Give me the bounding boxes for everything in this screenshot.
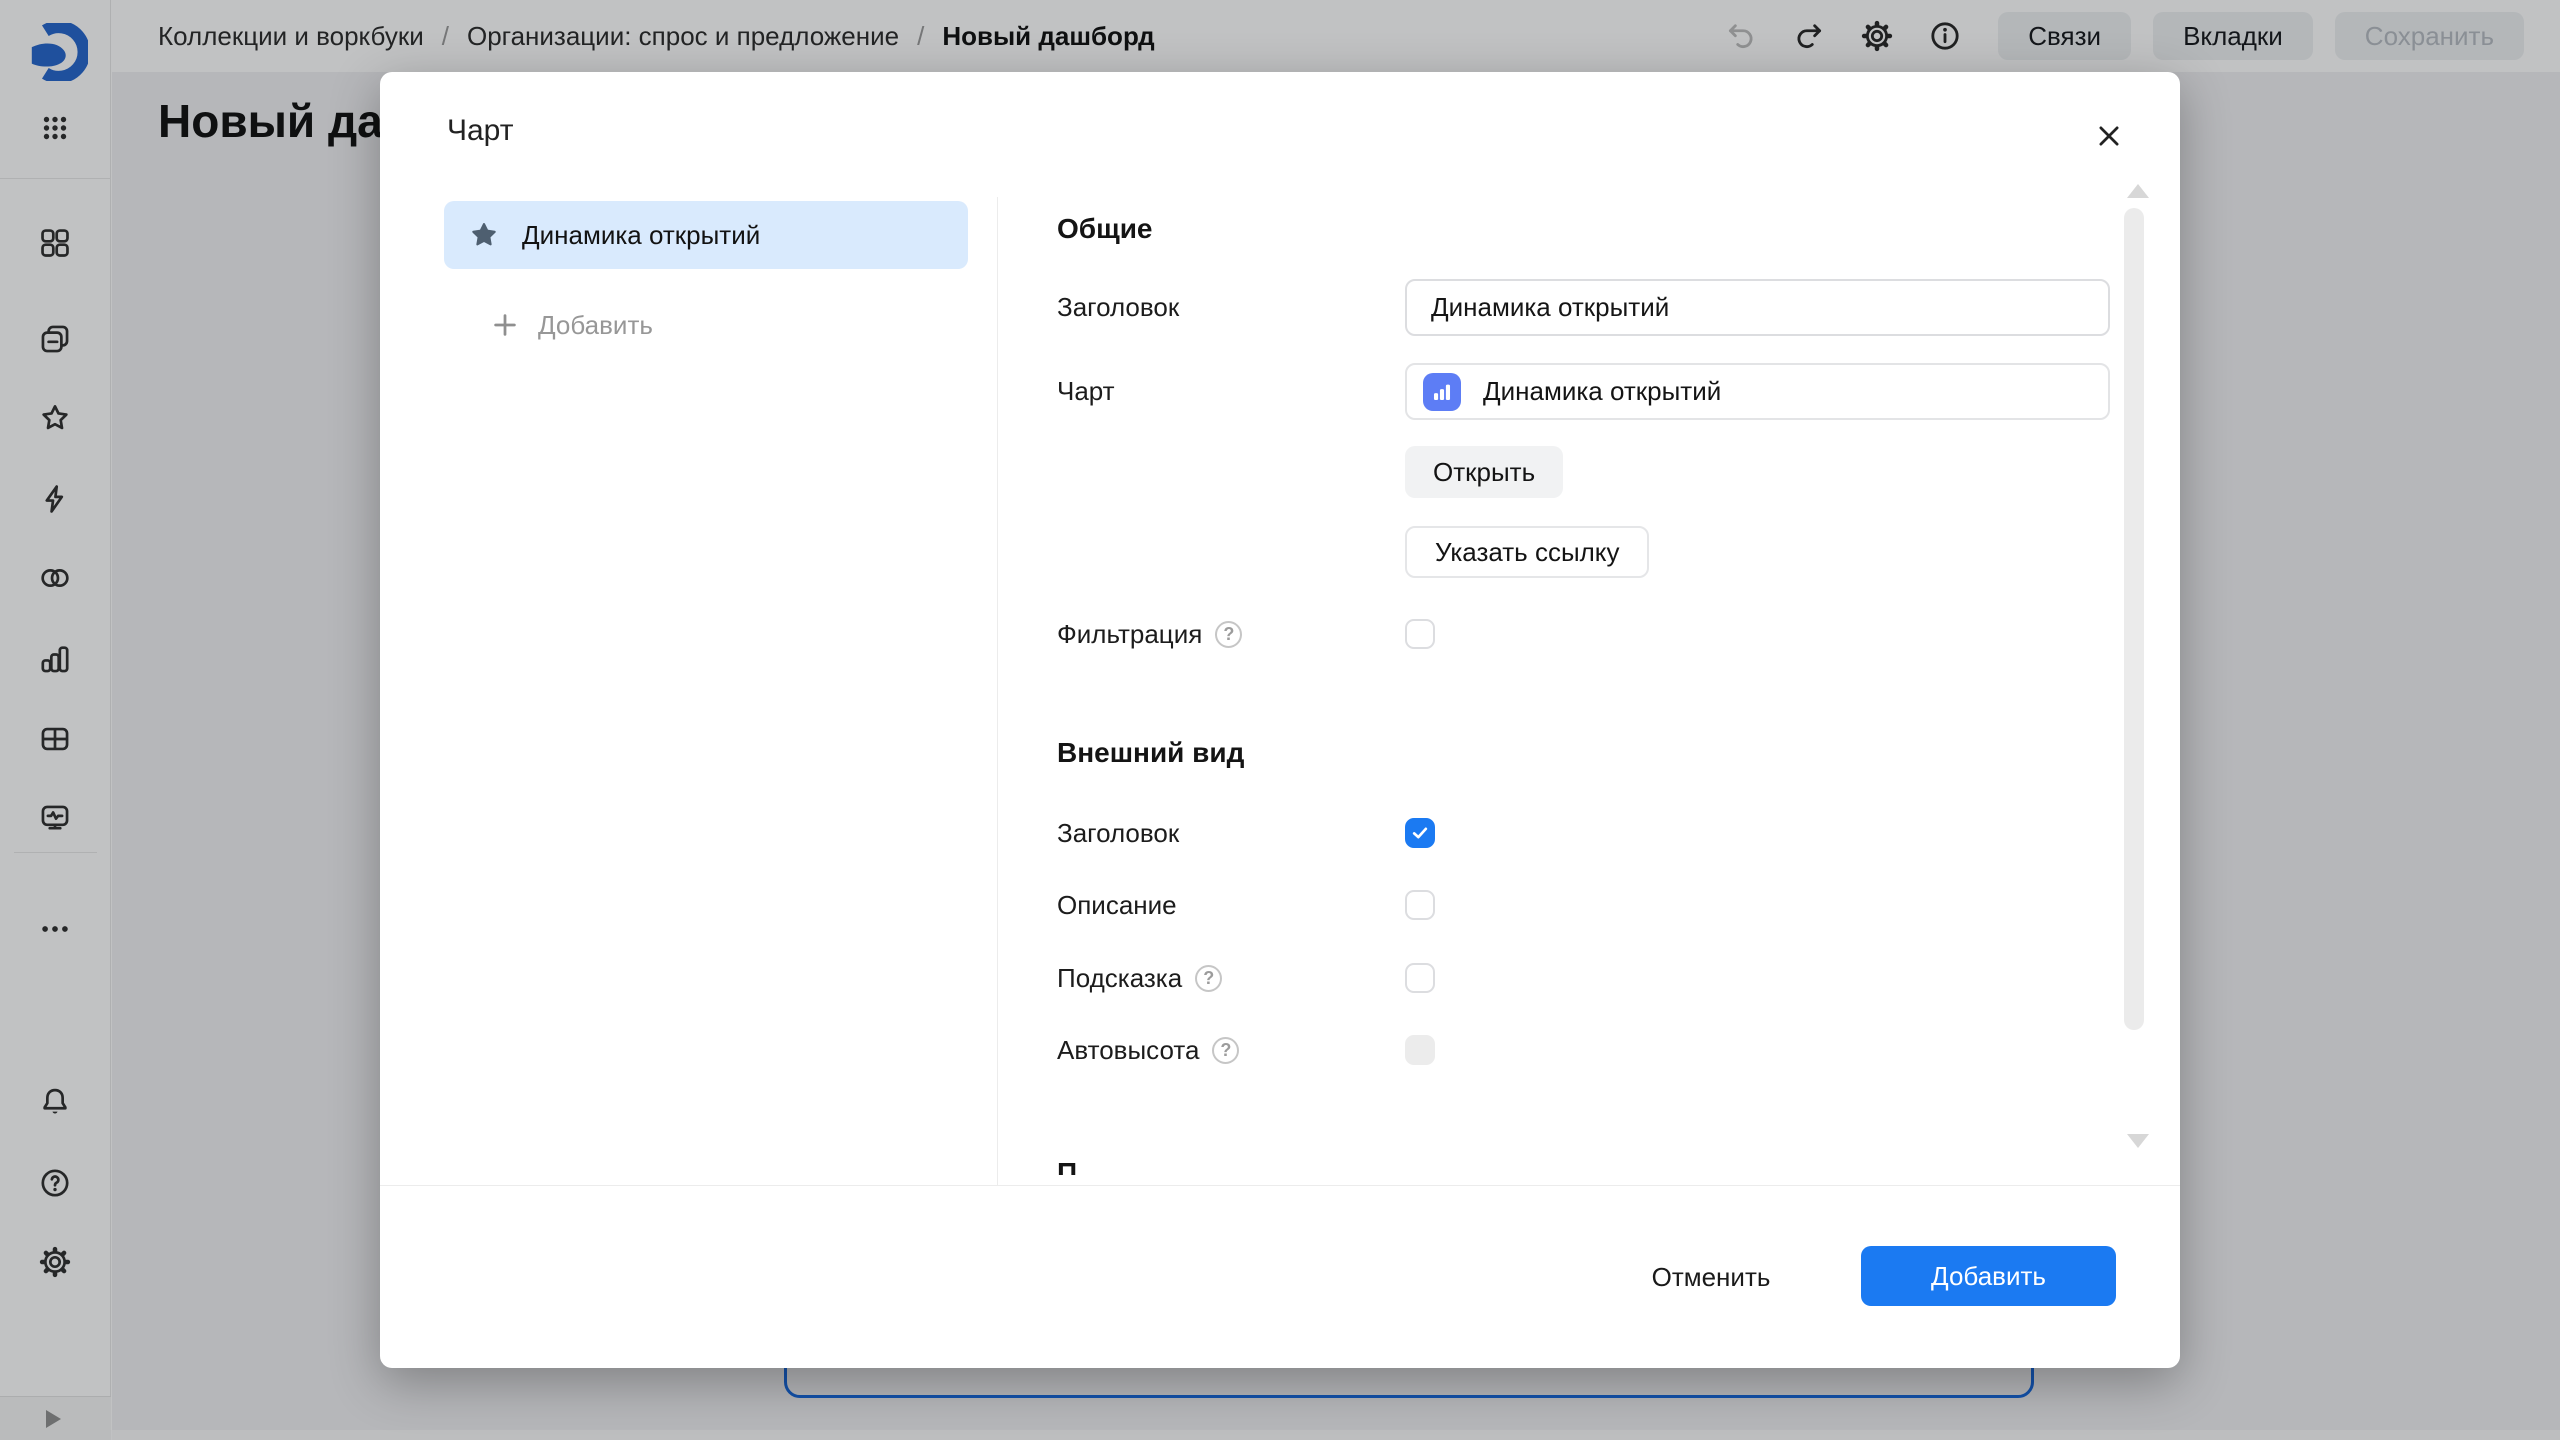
title-visibility-checkbox[interactable] — [1405, 818, 1435, 848]
cancel-button[interactable]: Отменить — [1631, 1249, 1791, 1305]
help-circle-icon[interactable]: ? — [1212, 1037, 1239, 1064]
help-circle-icon[interactable]: ? — [1195, 965, 1222, 992]
help-circle-icon[interactable]: ? — [1215, 621, 1242, 648]
appearance-heading: Внешний вид — [1057, 737, 1244, 769]
filtering-checkbox[interactable] — [1405, 619, 1435, 649]
add-button[interactable]: Добавить — [1861, 1246, 2116, 1306]
plus-icon — [490, 310, 520, 340]
close-button[interactable] — [2085, 112, 2133, 160]
close-icon — [2094, 121, 2124, 151]
appearance-row-hint: Подсказка ? — [1057, 963, 2113, 993]
list-item-label: Динамика открытий — [522, 220, 760, 251]
widget-list-panel: Динамика открытий Добавить — [444, 201, 968, 351]
settings-pane: Общие Заголовок Чарт Динамика открытий — [1057, 197, 2113, 1175]
appearance-row-autoheight: Автовысота ? — [1057, 1035, 2113, 1065]
appearance-row-description: Описание — [1057, 890, 2113, 920]
footer-divider — [380, 1185, 2180, 1186]
appearance-row-title: Заголовок — [1057, 818, 2113, 848]
row-label: Заголовок — [1057, 818, 1179, 849]
panel-divider — [997, 197, 998, 1185]
star-icon — [468, 219, 500, 251]
filtering-row: Фильтрация ? — [1057, 619, 2113, 649]
open-chart-button[interactable]: Открыть — [1405, 446, 1563, 498]
description-checkbox[interactable] — [1405, 890, 1435, 920]
general-heading: Общие — [1057, 213, 1152, 245]
add-widget-button[interactable]: Добавить — [444, 299, 968, 351]
title-input[interactable] — [1405, 279, 2110, 336]
chart-selector[interactable]: Динамика открытий — [1405, 363, 2110, 420]
chart-field-label: Чарт — [1057, 376, 1115, 407]
add-widget-label: Добавить — [538, 310, 653, 341]
chart-selector-value: Динамика открытий — [1483, 376, 1721, 407]
clipped-section-heading: П — [1057, 1157, 1077, 1175]
chart-dialog: Чарт Динамика открытий Добавить — [380, 72, 2180, 1368]
row-label: Подсказка — [1057, 963, 1182, 994]
autoheight-checkbox — [1405, 1035, 1435, 1065]
row-label: Описание — [1057, 890, 1177, 921]
check-icon — [1410, 823, 1430, 843]
row-label: Автовысота — [1057, 1035, 1199, 1066]
specify-link-button[interactable]: Указать ссылку — [1405, 526, 1649, 578]
list-item-selected[interactable]: Динамика открытий — [444, 201, 968, 269]
bar-chart-icon — [1423, 373, 1461, 411]
title-field-label: Заголовок — [1057, 292, 1179, 323]
app-window: Коллекции и воркбуки / Организации: спро… — [0, 0, 2560, 1440]
scroll-down-arrow[interactable] — [2127, 1134, 2149, 1148]
dialog-title: Чарт — [447, 114, 513, 148]
filtering-label: Фильтрация — [1057, 619, 1202, 650]
scrollbar-thumb[interactable] — [2124, 208, 2144, 1030]
hint-checkbox[interactable] — [1405, 963, 1435, 993]
scroll-up-arrow[interactable] — [2127, 184, 2149, 198]
